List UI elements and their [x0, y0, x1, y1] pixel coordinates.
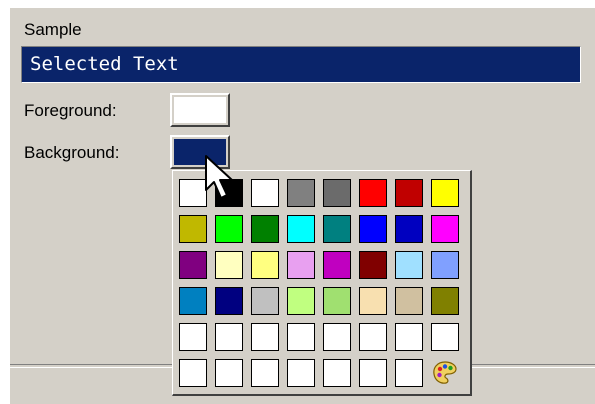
- color-swatch[interactable]: [395, 251, 423, 279]
- color-swatch[interactable]: [395, 179, 423, 207]
- color-swatch[interactable]: [431, 179, 459, 207]
- color-swatch[interactable]: [359, 287, 387, 315]
- sample-label: Sample: [24, 20, 82, 39]
- color-swatch[interactable]: [179, 323, 207, 351]
- color-swatch[interactable]: [431, 215, 459, 243]
- color-swatch[interactable]: [287, 179, 315, 207]
- color-swatch[interactable]: [251, 359, 279, 387]
- color-swatch[interactable]: [251, 215, 279, 243]
- color-swatch[interactable]: [395, 323, 423, 351]
- color-swatch[interactable]: [215, 359, 243, 387]
- color-swatch[interactable]: [215, 251, 243, 279]
- color-swatch[interactable]: [287, 359, 315, 387]
- color-swatch[interactable]: [215, 215, 243, 243]
- color-swatch[interactable]: [215, 323, 243, 351]
- color-swatch[interactable]: [323, 323, 351, 351]
- color-swatch[interactable]: [359, 323, 387, 351]
- color-swatch[interactable]: [323, 215, 351, 243]
- foreground-label: Foreground:: [24, 101, 117, 120]
- color-swatch[interactable]: [287, 215, 315, 243]
- color-swatch[interactable]: [251, 251, 279, 279]
- background-color-button[interactable]: [170, 135, 230, 169]
- color-swatch[interactable]: [287, 251, 315, 279]
- color-swatch[interactable]: [323, 251, 351, 279]
- sample-preview: Selected Text: [21, 46, 581, 83]
- foreground-color-button[interactable]: [170, 93, 230, 127]
- color-swatch[interactable]: [251, 179, 279, 207]
- color-swatch[interactable]: [395, 359, 423, 387]
- foreground-color-swatch: [174, 97, 226, 123]
- color-swatch[interactable]: [179, 287, 207, 315]
- color-swatch[interactable]: [395, 215, 423, 243]
- color-swatch[interactable]: [287, 323, 315, 351]
- color-swatch[interactable]: [323, 179, 351, 207]
- background-color-swatch: [174, 139, 226, 165]
- color-palette-popup: [172, 170, 472, 396]
- palette-icon[interactable]: [431, 359, 459, 387]
- color-swatch[interactable]: [251, 287, 279, 315]
- color-swatch[interactable]: [431, 251, 459, 279]
- color-swatch[interactable]: [323, 359, 351, 387]
- color-swatch[interactable]: [359, 215, 387, 243]
- color-swatch[interactable]: [431, 287, 459, 315]
- color-swatch[interactable]: [179, 215, 207, 243]
- color-swatch[interactable]: [251, 323, 279, 351]
- color-swatch[interactable]: [395, 287, 423, 315]
- color-swatch[interactable]: [359, 179, 387, 207]
- color-swatch[interactable]: [215, 179, 243, 207]
- color-swatch[interactable]: [179, 359, 207, 387]
- background-label: Background:: [24, 143, 120, 162]
- color-swatch[interactable]: [323, 287, 351, 315]
- sample-text: Selected Text: [30, 53, 179, 75]
- color-swatch[interactable]: [359, 359, 387, 387]
- color-swatch[interactable]: [431, 323, 459, 351]
- color-swatch[interactable]: [179, 179, 207, 207]
- color-swatch[interactable]: [215, 287, 243, 315]
- color-swatch[interactable]: [179, 251, 207, 279]
- color-swatch[interactable]: [359, 251, 387, 279]
- color-swatch[interactable]: [287, 287, 315, 315]
